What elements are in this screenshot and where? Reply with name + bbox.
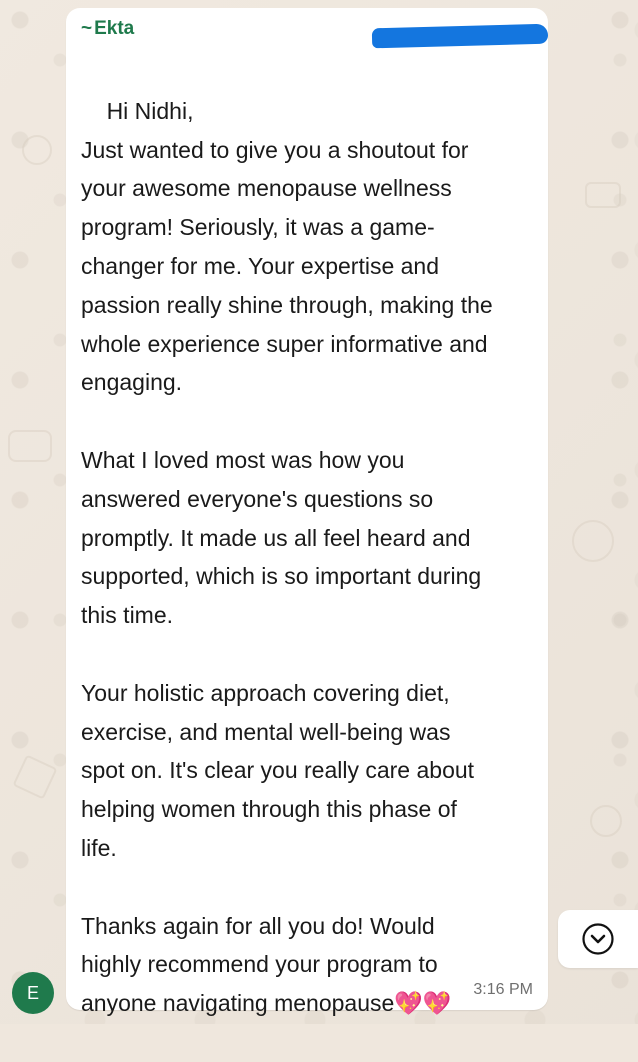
message-timestamp: 3:16 PM — [473, 981, 533, 998]
message-line: exercise, and mental well-being was — [81, 718, 451, 745]
chevron-down-circle-icon — [582, 923, 614, 955]
message-line: engaging. — [81, 369, 183, 396]
redaction-mark — [371, 23, 549, 49]
wallpaper-doodle — [572, 520, 614, 562]
message-line: Just wanted to give you a shoutout for — [81, 136, 469, 163]
tilde-icon: ~ — [81, 18, 93, 39]
message-line: Hi Nidhi, — [106, 97, 194, 124]
message-text: Hi Nidhi, Just wanted to give you a shou… — [81, 53, 541, 1062]
wallpaper-doodle — [585, 182, 621, 208]
message-line: changer for me. Your expertise and — [81, 252, 440, 279]
message-bubble[interactable]: ~ Ekta Hi Nidhi, Just wanted to give you… — [66, 8, 549, 1016]
wallpaper-doodle — [8, 430, 52, 462]
message-line: whole experience super informative and — [81, 330, 488, 357]
message-line: answered everyone's questions so — [81, 485, 434, 512]
sender-row: ~ Ekta — [81, 19, 134, 38]
message-line: promptly. It made us all feel heard and — [81, 524, 471, 551]
sender-name[interactable]: Ekta — [94, 19, 134, 38]
message-line: passion really shine through, making the — [81, 291, 493, 318]
message-line: your awesome menopause wellness — [81, 175, 452, 202]
sender-avatar[interactable]: E — [12, 972, 54, 1014]
wallpaper-doodle — [22, 135, 52, 165]
message-line: helping women through this phase of — [81, 796, 457, 823]
message-line: What I loved most was how you — [81, 446, 405, 473]
message-line: Thanks again for all you do! Would — [81, 912, 435, 939]
wallpaper-doodle — [590, 805, 622, 837]
message-line: Your holistic approach covering diet, — [81, 679, 450, 706]
message-line: highly recommend your program to — [81, 951, 438, 978]
scroll-to-bottom-button[interactable] — [558, 910, 638, 968]
message-line: anyone navigating menopause💖💖 — [81, 990, 452, 1017]
message-line: life. — [81, 834, 117, 861]
message-line: program! Seriously, it was a game- — [81, 214, 435, 241]
message-line: supported, which is so important during — [81, 563, 482, 590]
message-line: this time. — [81, 602, 174, 629]
message-line: spot on. It's clear you really care abou… — [81, 757, 475, 784]
